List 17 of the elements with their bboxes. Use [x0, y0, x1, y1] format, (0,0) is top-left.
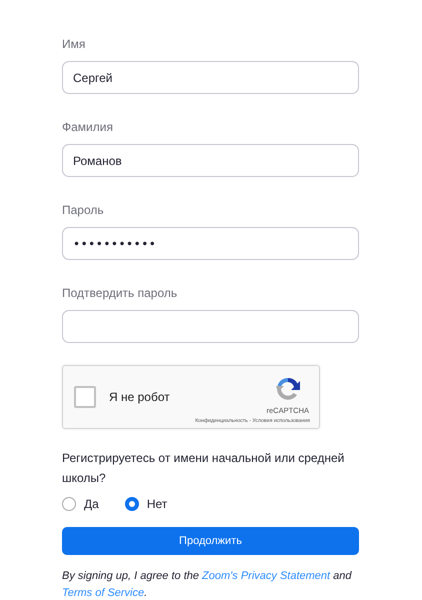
radio-label[interactable]: Да — [84, 497, 99, 511]
field-label: Подтвердить пароль — [62, 286, 178, 302]
input-field[interactable]: Романов — [62, 144, 359, 177]
captcha-checkbox[interactable] — [74, 386, 96, 408]
field-label: Имя — [62, 37, 86, 53]
radio-label[interactable]: Нет — [146, 497, 168, 511]
input-field[interactable] — [62, 310, 359, 343]
question-text: Регистрируетесь от имени начальной или средней школы? — [62, 450, 346, 487]
captcha-label: Я не робот — [109, 390, 170, 404]
field-label: Фамилия — [62, 120, 114, 136]
terms-text: By signing up, I agree to the Zoom's Privacy Statement and Terms of Service. — [62, 569, 353, 600]
field-label: Пароль — [62, 203, 105, 219]
continue-button[interactable]: Продолжить — [62, 527, 359, 555]
input-field[interactable]: ••••••••••• — [62, 227, 359, 260]
radio-button[interactable] — [62, 497, 76, 511]
input-field[interactable]: Сергей — [62, 61, 359, 94]
radio-button[interactable] — [124, 497, 139, 511]
